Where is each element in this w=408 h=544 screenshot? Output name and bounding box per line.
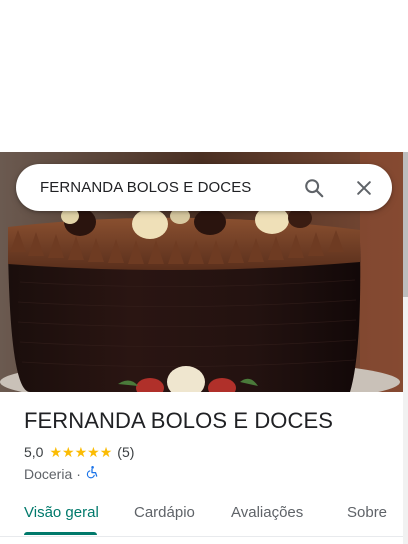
star-icon: ★ — [62, 444, 75, 460]
category-label[interactable]: Doceria — [24, 466, 72, 482]
rating-value: 5,0 — [24, 444, 44, 460]
tab-menu[interactable]: Cardápio — [134, 504, 195, 521]
tab-about[interactable]: Sobre — [347, 504, 387, 521]
category-row: Doceria · — [24, 465, 99, 482]
rating-stars: ★ ★ ★ ★ ★ — [49, 445, 112, 459]
search-button[interactable] — [302, 176, 326, 200]
scrollbar-thumb[interactable] — [403, 152, 408, 297]
star-icon: ★ — [74, 444, 88, 460]
search-box[interactable]: FERNANDA BOLOS E DOCES — [16, 164, 392, 211]
accessibility-badge[interactable] — [85, 465, 99, 482]
wheelchair-icon — [86, 466, 98, 479]
close-icon — [357, 180, 371, 195]
star-icon: ★ — [49, 444, 63, 460]
star-icon: ★ — [87, 444, 100, 460]
category-separator: · — [76, 465, 81, 482]
star-icon: ★ — [99, 444, 113, 460]
close-search-button[interactable] — [352, 176, 376, 200]
search-icon — [305, 178, 324, 197]
place-tabs: Visão geral Cardápio Avaliações Sobre — [0, 494, 403, 537]
search-input[interactable]: FERNANDA BOLOS E DOCES — [40, 179, 302, 196]
tab-overview[interactable]: Visão geral — [24, 504, 99, 521]
tab-reviews[interactable]: Avaliações — [231, 504, 303, 521]
scrollbar[interactable] — [403, 152, 408, 544]
place-title: FERNANDA BOLOS E DOCES — [24, 408, 334, 433]
review-count[interactable]: (5) — [117, 444, 134, 460]
active-tab-indicator — [24, 532, 97, 535]
rating-row[interactable]: 5,0 ★ ★ ★ ★ ★ (5) — [24, 444, 134, 460]
